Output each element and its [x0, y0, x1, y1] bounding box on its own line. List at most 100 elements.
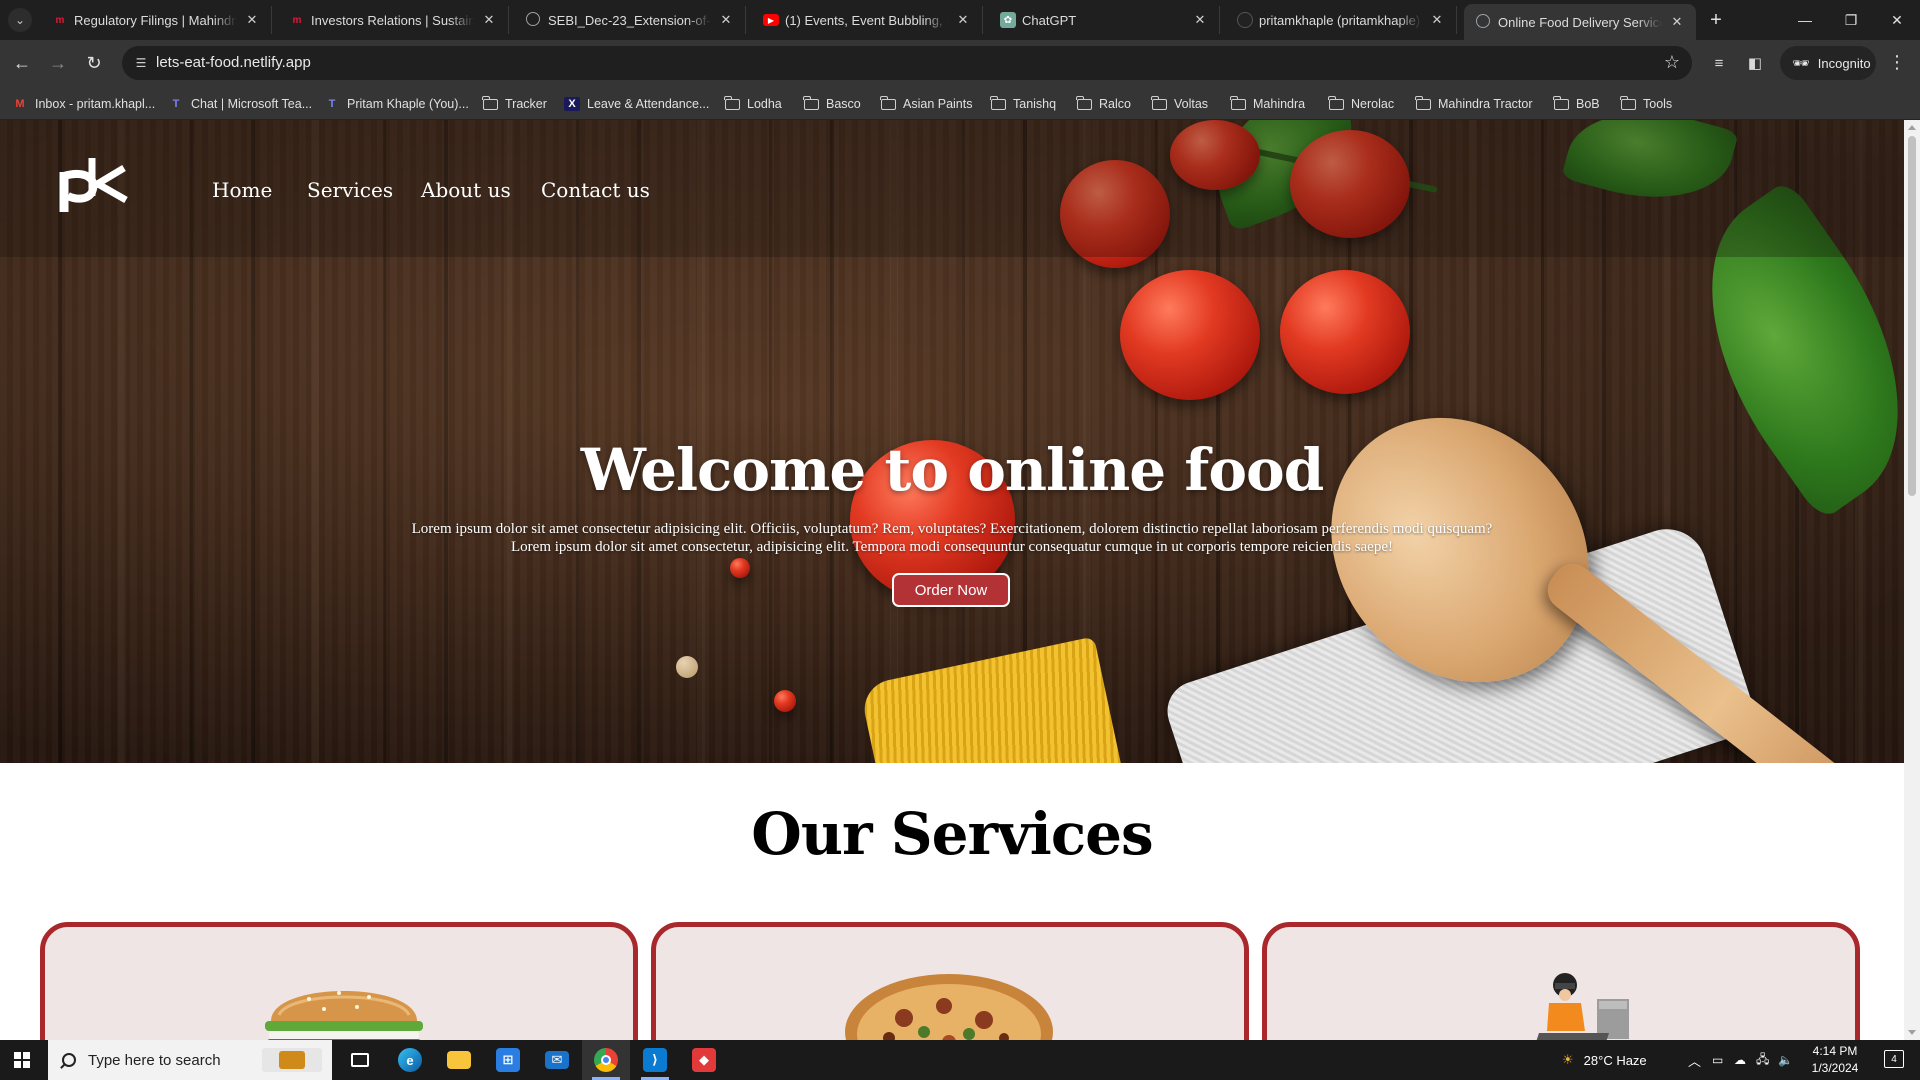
chatgpt-icon: ✿	[1000, 12, 1016, 28]
new-tab-button[interactable]: +	[1704, 8, 1728, 32]
bookmark-tanishq[interactable]: Tanishq	[990, 94, 1056, 114]
tomato-image	[1280, 270, 1410, 394]
taskbar-mail[interactable]: ✉	[533, 1040, 581, 1080]
bookmark-teams-pritam[interactable]: T Pritam Khaple (You)...	[324, 94, 469, 114]
tab-search-dropdown-icon[interactable]: ⌄	[8, 8, 32, 32]
search-highlight-icon[interactable]	[262, 1048, 322, 1072]
bookmark-ralco[interactable]: Ralco	[1076, 94, 1131, 114]
bookmark-leave-attendance[interactable]: X Leave & Attendance...	[564, 94, 709, 114]
taskbar-search-box[interactable]: Type here to search	[48, 1040, 332, 1080]
delivery-rider-image	[1536, 973, 1629, 1040]
close-tab-icon[interactable]: ✕	[243, 11, 261, 29]
bookmark-mahindra-tractor[interactable]: Mahindra Tractor	[1415, 94, 1532, 114]
clock-time: 4:14 PM	[1812, 1044, 1858, 1058]
bookmark-bob[interactable]: BoB	[1553, 94, 1600, 114]
browser-toolbar: ← → ↻ ☰ lets-eat-food.netlify.app ☆ ≡ ◧ …	[0, 40, 1920, 86]
bookmark-label: Inbox - pritam.khapl...	[35, 97, 156, 111]
close-tab-icon[interactable]: ✕	[954, 11, 972, 29]
bookmark-label: Lodha	[747, 97, 782, 111]
bookmark-label: BoB	[1576, 97, 1600, 111]
browser-menu-icon[interactable]: ⋮	[1888, 52, 1906, 73]
bookmark-label: Tracker	[505, 97, 547, 111]
close-window-button[interactable]: ✕	[1874, 0, 1920, 40]
minimize-button[interactable]: —	[1782, 0, 1828, 40]
taskbar-edge[interactable]: e	[386, 1040, 434, 1080]
taskbar-chrome[interactable]	[582, 1040, 630, 1080]
reload-button[interactable]: ↻	[80, 50, 108, 76]
tab-title: Regulatory Filings | Mahindra G	[74, 12, 237, 28]
close-tab-icon[interactable]: ✕	[1428, 11, 1446, 29]
bookmark-asian-paints[interactable]: Asian Paints	[880, 94, 972, 114]
nav-home[interactable]: Home	[212, 178, 272, 202]
tray-meet-icon[interactable]: ▭	[1712, 1040, 1723, 1080]
folder-icon	[880, 95, 896, 111]
scroll-down-arrow-icon[interactable]	[1908, 1030, 1916, 1035]
scroll-up-arrow-icon[interactable]	[1908, 125, 1916, 130]
bookmark-label: Basco	[826, 97, 861, 111]
url-text[interactable]: lets-eat-food.netlify.app	[156, 54, 311, 71]
close-tab-icon[interactable]: ✕	[480, 11, 498, 29]
side-panel-icon[interactable]: ◧	[1744, 52, 1766, 74]
address-bar[interactable]: ☰ lets-eat-food.netlify.app ☆	[122, 46, 1692, 80]
bookmark-nerolac[interactable]: Nerolac	[1328, 94, 1394, 114]
show-hidden-icons-button[interactable]: ︿	[1688, 1040, 1701, 1080]
browser-tab-bar: ⌄ m Regulatory Filings | Mahindra G ✕ m …	[0, 0, 1920, 40]
weather-widget[interactable]: ☀ 28°C Haze	[1562, 1040, 1647, 1080]
scrollbar-thumb[interactable]	[1908, 136, 1916, 496]
service-card-pizza[interactable]	[651, 922, 1249, 1040]
site-info-icon[interactable]: ☰	[132, 54, 150, 72]
taskbar-file-explorer[interactable]	[435, 1040, 483, 1080]
tab-chatgpt[interactable]: ✿ ChatGPT ✕	[988, 6, 1220, 34]
tab-sebi-doc[interactable]: SEBI_Dec-23_Extension-of-time ✕	[514, 6, 746, 34]
onedrive-icon[interactable]: ☁	[1734, 1040, 1746, 1080]
taskbar-vscode[interactable]: ⟩	[631, 1040, 679, 1080]
close-tab-icon[interactable]: ✕	[1668, 13, 1686, 31]
bookmark-voltas[interactable]: Voltas	[1151, 94, 1208, 114]
tab-regulatory-filings[interactable]: m Regulatory Filings | Mahindra G ✕	[40, 6, 272, 34]
bookmark-inbox[interactable]: M Inbox - pritam.khapl...	[12, 94, 155, 114]
page-scrollbar[interactable]	[1904, 120, 1920, 1040]
taskbar-clock[interactable]: 4:14 PM 1/3/2024	[1800, 1043, 1870, 1077]
bookmark-label: Ralco	[1099, 97, 1131, 111]
volume-icon[interactable]: 🔈	[1778, 1040, 1793, 1080]
restore-button[interactable]: ❐	[1828, 0, 1874, 40]
nav-contact-us[interactable]: Contact us	[541, 178, 650, 202]
bookmark-label: Mahindra	[1253, 97, 1306, 111]
bookmark-teams-chat[interactable]: T Chat | Microsoft Tea...	[168, 94, 313, 114]
mahindra-icon: m	[292, 14, 302, 26]
notification-center-icon[interactable]: 4	[1884, 1050, 1904, 1068]
globe-icon	[1476, 14, 1490, 28]
service-card-delivery[interactable]	[1262, 922, 1860, 1040]
back-button[interactable]: ←	[8, 50, 36, 76]
bookmark-star-icon[interactable]: ☆	[1664, 52, 1680, 73]
media-controls-icon[interactable]: ≡	[1708, 52, 1730, 74]
site-logo[interactable]	[58, 156, 130, 216]
windows-start-icon[interactable]	[14, 1052, 30, 1068]
bookmark-lodha[interactable]: Lodha	[724, 94, 782, 114]
search-placeholder: Type here to search	[88, 1051, 221, 1069]
bookmark-mahindra[interactable]: Mahindra	[1230, 94, 1305, 114]
bookmark-tools[interactable]: Tools	[1620, 94, 1672, 114]
close-tab-icon[interactable]: ✕	[717, 11, 735, 29]
task-view-icon	[351, 1053, 369, 1067]
bookmark-tracker[interactable]: Tracker	[482, 94, 547, 114]
tab-title: Online Food Delivery Service in	[1498, 14, 1662, 30]
tab-github[interactable]: pritamkhaple (pritamkhaple) / I ✕	[1225, 6, 1457, 34]
tab-online-food-active[interactable]: Online Food Delivery Service in ✕	[1464, 4, 1696, 40]
nav-services[interactable]: Services	[307, 178, 393, 202]
tab-youtube-events[interactable]: ▶ (1) Events, Event Bubbling, setl ✕	[751, 6, 983, 34]
task-view-button[interactable]	[336, 1040, 384, 1080]
forward-button[interactable]: →	[44, 50, 72, 76]
incognito-badge[interactable]: 🕶 Incognito	[1780, 46, 1876, 80]
service-card-burger[interactable]	[40, 922, 638, 1040]
close-tab-icon[interactable]: ✕	[1191, 11, 1209, 29]
taskbar-store[interactable]: ⊞	[484, 1040, 532, 1080]
network-icon[interactable]: 🖧	[1756, 1040, 1769, 1080]
taskbar-git-app[interactable]: ◆	[680, 1040, 728, 1080]
nav-about-us[interactable]: About us	[421, 178, 511, 202]
hero-description: Lorem ipsum dolor sit amet consectetur a…	[352, 520, 1552, 556]
tab-investors-relations[interactable]: m Investors Relations | Sustainabi ✕	[277, 6, 509, 34]
bookmark-basco[interactable]: Basco	[803, 94, 861, 114]
teams-icon: T	[172, 98, 180, 110]
order-now-button[interactable]: Order Now	[892, 573, 1010, 607]
